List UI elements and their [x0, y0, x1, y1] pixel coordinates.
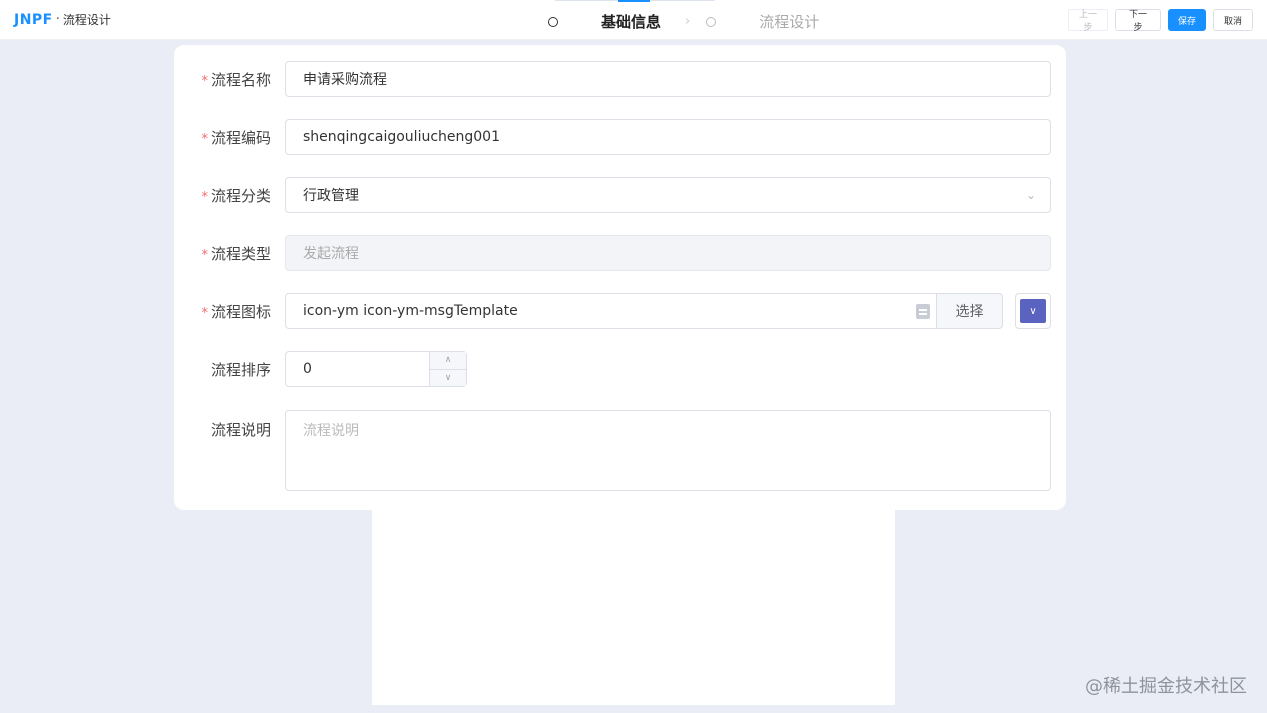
field-label: * 流程名称	[201, 70, 271, 89]
form-row-code: * 流程编码 shenqingcaigouliucheng001	[174, 119, 1066, 155]
design-canvas	[372, 500, 895, 705]
logo: JNPF	[14, 11, 53, 28]
next-step-button[interactable]: 下一步	[1115, 9, 1161, 33]
form-row-type: * 流程类型 发起流程	[174, 235, 1066, 271]
form-row-sort: 流程排序 0 ∧ ∨	[174, 351, 1066, 387]
icon-value: icon-ym icon-ym-msgTemplate	[303, 303, 518, 319]
prev-step-button[interactable]: 上一步	[1068, 9, 1108, 33]
color-swatch: ∨	[1020, 299, 1046, 323]
cancel-button[interactable]: 取消	[1213, 9, 1253, 31]
stepper-controls: ∧ ∨	[429, 352, 466, 386]
decrease-button[interactable]: ∨	[430, 370, 466, 387]
increase-button[interactable]: ∧	[430, 352, 466, 370]
choose-icon-button[interactable]: 选择	[936, 293, 1003, 329]
field-label: * 流程类型	[201, 244, 271, 263]
field-label: * 流程图标	[201, 302, 271, 321]
save-button[interactable]: 保存	[1168, 9, 1206, 31]
form-row-description: 流程说明 流程说明	[174, 410, 1066, 491]
required-mark: *	[201, 131, 208, 147]
chevron-down-icon: ∨	[1029, 305, 1037, 317]
required-mark: *	[201, 189, 208, 205]
step-label: 流程设计	[759, 13, 820, 31]
title-separator: ·	[55, 12, 60, 27]
process-code-input[interactable]: shenqingcaigouliucheng001	[285, 119, 1051, 155]
header-actions: 上一步 下一步 保存 取消	[1068, 9, 1253, 33]
icon-input-group: icon-ym icon-ym-msgTemplate 选择	[285, 293, 1003, 329]
top-bar: JNPF · 流程设计 基础信息 › 流程设计 上一步 下一步 保存 取消	[0, 0, 1267, 40]
field-label: * 流程分类	[201, 186, 271, 205]
document-icon	[916, 304, 930, 319]
color-picker[interactable]: ∨	[1015, 293, 1051, 329]
form-row-category: * 流程分类 行政管理 ⌄	[174, 177, 1066, 213]
step-circle-icon	[548, 16, 558, 27]
brand: JNPF · 流程设计	[14, 11, 111, 28]
sort-value[interactable]: 0	[286, 352, 429, 386]
process-name-input[interactable]: 申请采购流程	[285, 61, 1051, 97]
process-type-input: 发起流程	[285, 235, 1051, 271]
required-mark: *	[201, 247, 208, 263]
field-label: 流程排序	[210, 360, 271, 379]
select-value: 行政管理	[303, 188, 359, 204]
process-icon-input[interactable]: icon-ym icon-ym-msgTemplate	[285, 293, 936, 329]
active-step-indicator	[618, 0, 650, 2]
form-row-name: * 流程名称 申请采购流程	[174, 61, 1066, 97]
watermark: @稀土掘金技术社区	[1085, 676, 1247, 697]
required-mark: *	[201, 73, 208, 89]
process-category-select[interactable]: 行政管理 ⌄	[285, 177, 1051, 213]
step-basic-info[interactable]: 基础信息	[548, 11, 661, 32]
description-textarea[interactable]: 流程说明	[285, 410, 1051, 491]
sort-number-input[interactable]: 0 ∧ ∨	[285, 351, 467, 387]
steps: 基础信息 › 流程设计	[548, 11, 819, 32]
step-circle-icon	[706, 16, 717, 27]
form-row-icon: * 流程图标 icon-ym icon-ym-msgTemplate 选择 ∨	[174, 293, 1066, 329]
chevron-down-icon: ⌄	[1025, 188, 1036, 202]
step-label: 基础信息	[600, 13, 661, 31]
chevron-right-icon: ›	[685, 14, 691, 29]
page-title: 流程设计	[62, 13, 111, 27]
field-label: * 流程编码	[201, 128, 271, 147]
basic-info-form: * 流程名称 申请采购流程 * 流程编码 shenqingcaigouliuchen…	[174, 45, 1066, 510]
field-label: 流程说明	[210, 421, 271, 439]
required-mark: *	[201, 305, 208, 321]
step-flow-design[interactable]: 流程设计	[706, 11, 819, 32]
